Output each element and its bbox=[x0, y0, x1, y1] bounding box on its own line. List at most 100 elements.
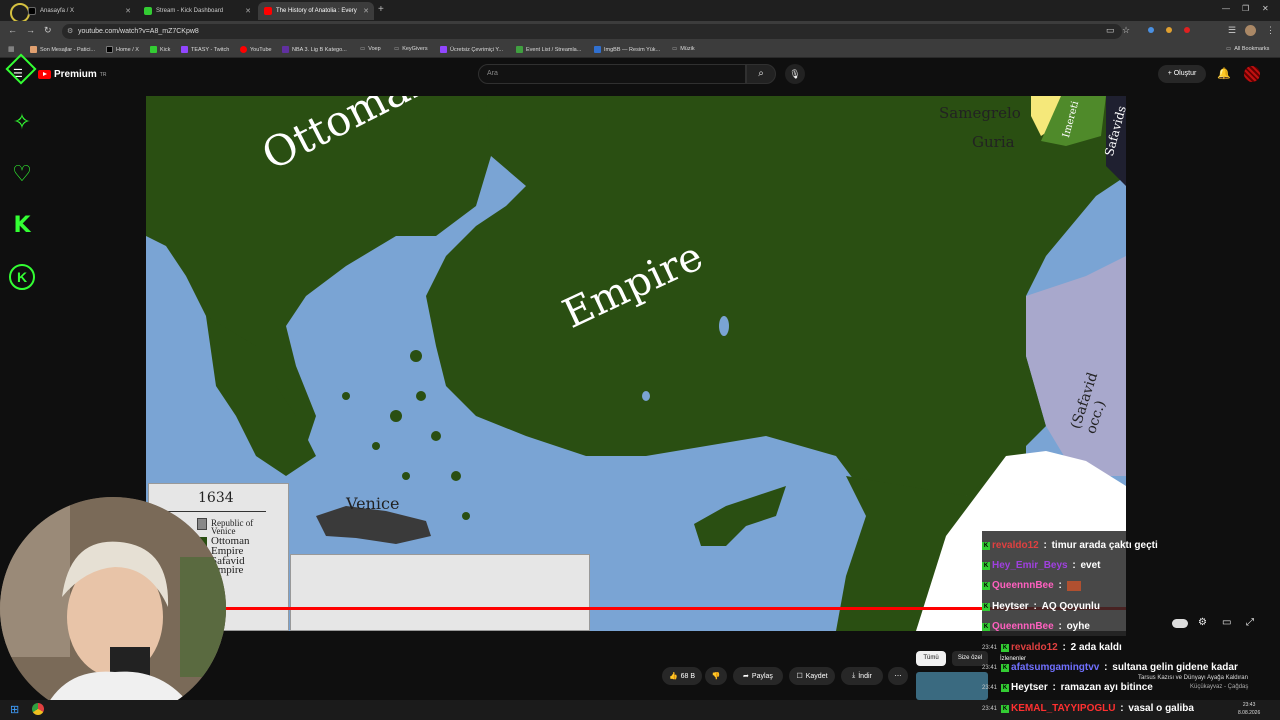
theater-mode-icon[interactable]: ▭ bbox=[1222, 617, 1231, 628]
share-button[interactable]: ➦ Paylaş bbox=[733, 667, 783, 685]
bookmark-favicon bbox=[282, 46, 289, 53]
chat-message: K Heytser : AQ Qoyunlu bbox=[982, 601, 1100, 612]
bookmark-item[interactable]: TEASY - Twitch bbox=[181, 46, 229, 53]
heart-icon: ♡ bbox=[12, 161, 32, 186]
apps-grid-icon[interactable]: ▦ bbox=[8, 45, 15, 53]
folder-icon: ▭ bbox=[360, 46, 366, 52]
system-clock[interactable]: 23:43 8.08.2026 bbox=[1238, 701, 1260, 717]
kick-badge-icon: K bbox=[982, 602, 990, 611]
mic-icon: 🎙 bbox=[789, 69, 801, 79]
kick-badge-icon: K bbox=[1001, 643, 1010, 652]
save-button[interactable]: ☐ Kaydet bbox=[789, 667, 835, 685]
chat-message: K QueennnBee : bbox=[982, 580, 1081, 591]
windows-start-icon[interactable]: ⊞ bbox=[10, 703, 19, 716]
chat-time: 23:41 bbox=[982, 644, 998, 651]
recommended-thumbnail[interactable] bbox=[916, 672, 988, 700]
tab-title: The History of Anatolia : Every bbox=[276, 8, 357, 14]
bookmark-item[interactable]: Kick bbox=[150, 46, 170, 53]
forward-icon[interactable]: → bbox=[26, 25, 35, 35]
bookmark-item[interactable]: YouTube bbox=[240, 46, 272, 53]
chat-text: vasal o galiba bbox=[1128, 703, 1194, 714]
extension-icon[interactable] bbox=[1166, 27, 1172, 33]
like-count: 68 B bbox=[680, 672, 696, 680]
chat-text: oyhe bbox=[1066, 621, 1090, 632]
bookmark-item[interactable]: Home / X bbox=[106, 46, 139, 53]
bookmark-label: Home / X bbox=[116, 46, 139, 53]
chat-text: 2 ada kaldı bbox=[1070, 642, 1122, 653]
menu-icon[interactable]: ☰ bbox=[1228, 25, 1236, 36]
video-progress-bar[interactable] bbox=[146, 607, 1126, 610]
create-button[interactable]: + Oluştur bbox=[1158, 65, 1206, 83]
legend-divider bbox=[158, 511, 266, 512]
tab-youtube-video[interactable]: The History of Anatolia : Every ✕ bbox=[258, 2, 374, 20]
close-window-icon[interactable]: ✕ bbox=[1262, 4, 1269, 13]
cast-icon[interactable]: ▭ bbox=[1106, 25, 1115, 36]
dislike-button[interactable]: 👎 bbox=[705, 667, 727, 685]
close-icon[interactable]: ✕ bbox=[363, 7, 369, 15]
download-button[interactable]: ⤓ İndir bbox=[841, 667, 883, 685]
recommended-title[interactable]: Tarsus Kazısı ve Dünyayı Ayağa Kaldıran bbox=[1138, 675, 1248, 681]
kick-circle-icon: K bbox=[9, 264, 35, 290]
bookmark-item[interactable]: Ücretsiz Çevrimiçi Y... bbox=[440, 46, 503, 53]
map-label-samegrelo: Samegrelo bbox=[939, 104, 1021, 122]
chat-username: Heytser bbox=[1011, 682, 1048, 693]
minimize-icon[interactable]: — bbox=[1222, 4, 1230, 13]
bookmark-item[interactable]: ▭ Müzik bbox=[672, 46, 695, 52]
chrome-icon[interactable] bbox=[32, 703, 44, 715]
notifications-bell-icon[interactable]: 🔔 bbox=[1217, 67, 1231, 80]
filter-chip-all[interactable]: Tümü bbox=[916, 651, 946, 666]
kick-badge-icon: K bbox=[982, 622, 990, 631]
bookmark-label: TEASY - Twitch bbox=[191, 46, 230, 53]
clock-date: 8.08.2026 bbox=[1238, 710, 1261, 716]
extension-icon[interactable] bbox=[1184, 27, 1190, 33]
search-input[interactable]: Ara bbox=[478, 64, 746, 84]
tab-title: Anasayfa / X bbox=[40, 8, 75, 14]
save-icon: ☐ bbox=[796, 673, 803, 680]
chat-message: 23:41 Kafatsumgamingtvv : sultana gelin g… bbox=[982, 662, 1238, 673]
new-tab-button[interactable]: + bbox=[378, 4, 384, 15]
settings-gear-icon[interactable]: ⚙ bbox=[1198, 617, 1207, 628]
autoplay-toggle[interactable] bbox=[1172, 619, 1188, 628]
maximize-icon[interactable]: ❐ bbox=[1242, 4, 1249, 13]
chat-message: 23:41 K KEMAL_TAYYIPOGLU : vasal o galiba bbox=[982, 703, 1194, 714]
more-icon[interactable]: ⋮ bbox=[1266, 25, 1275, 36]
more-actions-button[interactable]: ⋯ bbox=[888, 667, 908, 685]
bookmark-item[interactable]: ▭ KeyGivers bbox=[394, 46, 428, 52]
youtube-logo[interactable]: Premium TR bbox=[38, 69, 106, 80]
twitch-icon bbox=[181, 46, 188, 53]
voice-search-button[interactable]: 🎙 bbox=[785, 64, 805, 84]
site-info-icon[interactable]: ⚙ bbox=[67, 27, 73, 35]
profile-avatar[interactable] bbox=[1245, 25, 1256, 36]
map-year: 1634 bbox=[198, 490, 234, 506]
bookmark-item[interactable]: ▭ Voep bbox=[360, 46, 381, 52]
back-icon[interactable]: ← bbox=[8, 25, 17, 35]
tab-anasayfa[interactable]: Anasayfa / X ✕ bbox=[22, 2, 136, 20]
extension-icon[interactable] bbox=[1148, 27, 1154, 33]
kick-logo-icon: K bbox=[13, 213, 31, 238]
chat-message: Krevaldo12 : timur arada çaktı geçti bbox=[982, 540, 1158, 551]
bookmark-item[interactable]: Son Mesajlar - Patici... bbox=[30, 46, 95, 53]
fullscreen-icon[interactable]: ⤢ bbox=[1246, 617, 1254, 628]
share-label: Paylaş bbox=[751, 672, 773, 680]
reload-icon[interactable]: ↻ bbox=[44, 25, 52, 36]
bookmark-item[interactable]: NBA 3. Lig B Katego... bbox=[282, 46, 347, 53]
bookmark-star-icon[interactable]: ☆ bbox=[1122, 25, 1130, 36]
x-icon bbox=[106, 46, 113, 53]
video-player[interactable]: Ottoman Empire Samegrelo Guria Imereti S… bbox=[146, 96, 1126, 631]
close-icon[interactable]: ✕ bbox=[245, 7, 251, 15]
all-bookmarks[interactable]: ▭ All Bookmarks bbox=[1226, 46, 1269, 52]
bookmark-item[interactable]: Event List / Streamla... bbox=[516, 46, 581, 53]
url-input[interactable]: youtube.com/watch?v=A8_mZ7CKpw8 bbox=[62, 24, 1122, 39]
chat-username: Heytser bbox=[992, 601, 1029, 612]
chat-text: evet bbox=[1080, 560, 1101, 571]
tab-kick-dashboard[interactable]: Stream - Kick Dashboard ✕ bbox=[138, 2, 256, 20]
account-avatar[interactable] bbox=[1244, 66, 1260, 82]
like-button[interactable]: 👍 68 B bbox=[662, 667, 702, 685]
chat-text: timur arada çaktı geçti bbox=[1051, 540, 1158, 551]
close-icon[interactable]: ✕ bbox=[125, 7, 131, 15]
bookmark-item[interactable]: ImgBB — Resim Yük... bbox=[594, 46, 660, 53]
bookmark-label: Voep bbox=[368, 46, 381, 52]
bookmark-favicon bbox=[30, 46, 37, 53]
search-button[interactable]: ⌕ bbox=[746, 64, 776, 84]
chat-message: 23:41 Krevaldo12 : 2 ada kaldı bbox=[982, 642, 1122, 653]
